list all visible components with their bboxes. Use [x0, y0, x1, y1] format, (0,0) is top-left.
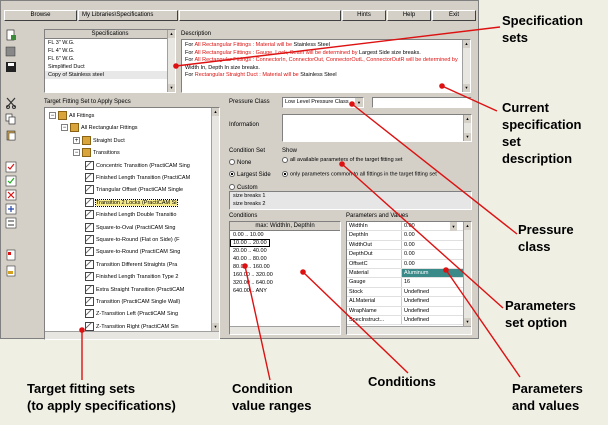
callout-text: Specification sets [502, 13, 583, 45]
callout-condition-value-ranges: Condition value ranges [232, 380, 312, 414]
callout-dot [242, 263, 248, 269]
callout-dot [339, 161, 345, 167]
callout-text: Target fitting sets (to apply specificat… [27, 381, 176, 413]
callout-line-condition-ranges [244, 265, 271, 381]
callout-line-pressure-class [351, 103, 518, 235]
callout-dot [349, 101, 355, 107]
callout-line-conditions [302, 271, 409, 374]
callout-line-parameters-set-option [341, 163, 504, 309]
callout-text: Parameters set option [505, 298, 576, 330]
callout-line-description [441, 85, 498, 112]
callout-dot [439, 83, 445, 89]
callout-dot [79, 327, 85, 333]
callout-text: Current specification set description [502, 100, 582, 166]
callout-current-description: Current specification set description [502, 99, 581, 167]
callout-text: Condition value ranges [232, 381, 312, 413]
callout-parameters-set-option: Parameters set option [505, 297, 576, 331]
callout-line-specification-sets [175, 26, 501, 67]
callout-lines [79, 26, 521, 381]
callout-dot [300, 269, 306, 275]
callout-text: Parameters and values [512, 381, 583, 413]
callout-target-fitting-sets: Target fitting sets (to apply specificat… [27, 380, 176, 414]
callout-parameters-and-values: Parameters and values [512, 380, 583, 414]
callout-specification-sets: Specification sets [502, 12, 583, 46]
callout-conditions: Conditions [368, 373, 436, 390]
callout-dot [173, 63, 179, 69]
callout-text: Conditions [368, 374, 436, 389]
callout-text: Pressure class [518, 222, 574, 254]
callout-pressure-class: Pressure class [518, 221, 574, 255]
callout-dot [443, 267, 449, 273]
